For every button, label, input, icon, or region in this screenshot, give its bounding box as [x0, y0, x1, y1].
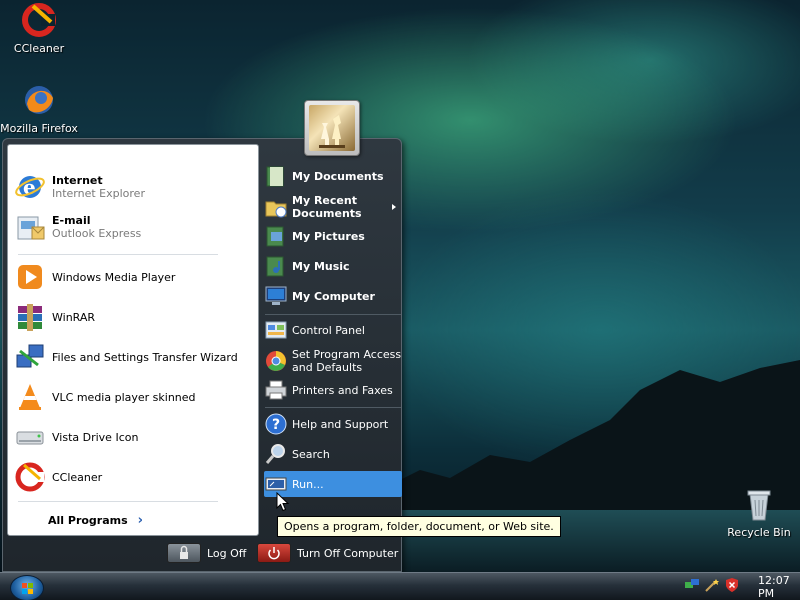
svg-text:?: ?: [272, 417, 280, 433]
start-menu: e Internet Internet Explorer E-mail Outl…: [2, 138, 402, 572]
right-item-label: Set Program Access and Defaults: [292, 348, 402, 374]
drive-icon: [14, 421, 46, 453]
pinned-item-subtitle: Outlook Express: [52, 227, 142, 240]
help-icon: ?: [264, 412, 288, 436]
right-item-label: Help and Support: [292, 417, 389, 431]
desktop-icon-label: CCleaner: [13, 42, 65, 55]
all-programs-button[interactable]: All Programs ›: [48, 513, 143, 528]
transfer-wizard-icon: [14, 341, 46, 373]
network-icon[interactable]: [684, 577, 700, 596]
user-avatar[interactable]: [304, 100, 360, 156]
right-pane-separator: [265, 407, 401, 408]
turn-off-label: Turn Off Computer: [297, 546, 399, 560]
control-panel-icon: [264, 318, 288, 342]
right-item-label: Control Panel: [292, 323, 365, 337]
program-item-windows-media-player[interactable]: Windows Media Player: [14, 259, 254, 295]
desktop-icon-ccleaner[interactable]: CCleaner: [0, 2, 84, 55]
right-item-label: Printers and Faxes: [292, 383, 393, 397]
documents-folder-icon: [264, 164, 288, 188]
right-item-my-music[interactable]: My Music: [264, 253, 402, 279]
program-item-label: Vista Drive Icon: [52, 430, 139, 444]
pinned-item-title: Internet: [52, 174, 103, 187]
pinned-separator: [18, 254, 218, 255]
program-access-icon: [264, 349, 288, 373]
ccleaner-icon: [21, 2, 57, 38]
program-item-label: WinRAR: [52, 310, 96, 324]
right-item-printers-and-faxes[interactable]: Printers and Faxes: [264, 377, 402, 403]
right-item-label: My Recent Documents: [292, 194, 362, 220]
mountain-silhouette: [380, 360, 800, 572]
right-item-label: Run...: [292, 477, 324, 491]
desktop-icon-label: Recycle Bin: [727, 526, 791, 539]
winrar-icon: [14, 301, 46, 333]
pinned-item-internet[interactable]: e Internet Internet Explorer: [14, 169, 254, 205]
outlook-express-icon: [14, 211, 46, 243]
right-item-label: Search: [292, 447, 330, 461]
all-programs-label: All Programs: [48, 514, 128, 527]
printer-icon: [264, 378, 288, 402]
search-icon: [264, 442, 288, 466]
pinned-item-title: E-mail: [52, 214, 91, 227]
mouse-cursor-icon: [276, 492, 290, 512]
right-item-my-documents[interactable]: My Documents: [264, 163, 402, 189]
right-item-my-pictures[interactable]: My Pictures: [264, 223, 402, 249]
log-off-label: Log Off: [207, 546, 247, 560]
desktop-icon-label: Mozilla Firefox: [0, 122, 78, 135]
right-item-set-program-access[interactable]: Set Program Access and Defaults: [264, 346, 402, 376]
desktop-icon-firefox[interactable]: Mozilla Firefox: [0, 82, 84, 135]
recycle-bin-icon: [741, 486, 777, 522]
right-item-my-recent-documents[interactable]: My Recent Documents: [264, 192, 402, 222]
program-item-winrar[interactable]: WinRAR: [14, 299, 254, 335]
power-icon: [257, 543, 291, 563]
right-item-label: My Computer: [292, 289, 375, 303]
program-item-label: VLC media player skinned: [52, 390, 196, 404]
program-item-label: Files and Settings Transfer Wizard: [52, 350, 238, 364]
right-pane-separator: [265, 314, 401, 315]
right-item-search[interactable]: Search: [264, 441, 402, 467]
log-off-button[interactable]: Log Off: [167, 543, 246, 563]
start-menu-programs-pane: e Internet Internet Explorer E-mail Outl…: [7, 144, 259, 536]
wand-icon[interactable]: [704, 577, 720, 596]
right-item-help-and-support[interactable]: ? Help and Support: [264, 411, 402, 437]
computer-icon: [264, 284, 288, 308]
program-item-ccleaner[interactable]: CCleaner: [14, 459, 254, 495]
taskbar: 12:07 PM: [0, 572, 800, 600]
right-item-label: My Pictures: [292, 229, 365, 243]
taskbar-clock[interactable]: 12:07 PM: [758, 574, 800, 600]
pinned-item-email[interactable]: E-mail Outlook Express: [14, 209, 254, 245]
ccleaner-icon: [14, 461, 46, 493]
lock-icon: [167, 543, 201, 563]
right-item-my-computer[interactable]: My Computer: [264, 283, 402, 309]
pinned-item-subtitle: Internet Explorer: [52, 187, 145, 200]
run-tooltip: Opens a program, folder, document, or We…: [277, 516, 561, 537]
turn-off-button[interactable]: Turn Off Computer: [257, 543, 398, 563]
security-shield-icon[interactable]: [724, 577, 740, 596]
right-item-label: My Music: [292, 259, 350, 273]
program-item-vista-drive-icon[interactable]: Vista Drive Icon: [14, 419, 254, 455]
submenu-arrow-icon: [392, 204, 396, 210]
program-item-label: CCleaner: [52, 470, 103, 484]
media-player-icon: [14, 261, 46, 293]
all-programs-separator: [18, 501, 218, 502]
firefox-icon: [21, 82, 57, 118]
right-item-label: My Documents: [292, 169, 384, 183]
internet-explorer-icon: e: [14, 171, 46, 203]
recent-documents-icon: [264, 195, 288, 219]
right-item-control-panel[interactable]: Control Panel: [264, 317, 402, 343]
desktop-icon-recycle-bin[interactable]: Recycle Bin: [714, 486, 800, 539]
start-button[interactable]: [10, 575, 44, 600]
system-tray: 12:07 PM: [678, 573, 800, 600]
vlc-icon: [14, 381, 46, 413]
chess-pieces-icon: [309, 105, 355, 151]
music-folder-icon: [264, 254, 288, 278]
windows-logo-icon: [22, 583, 33, 594]
program-item-transfer-wizard[interactable]: Files and Settings Transfer Wizard: [14, 339, 254, 375]
chevron-right-icon: ›: [137, 513, 144, 528]
program-item-label: Windows Media Player: [52, 270, 176, 284]
pictures-folder-icon: [264, 224, 288, 248]
program-item-vlc[interactable]: VLC media player skinned: [14, 379, 254, 415]
